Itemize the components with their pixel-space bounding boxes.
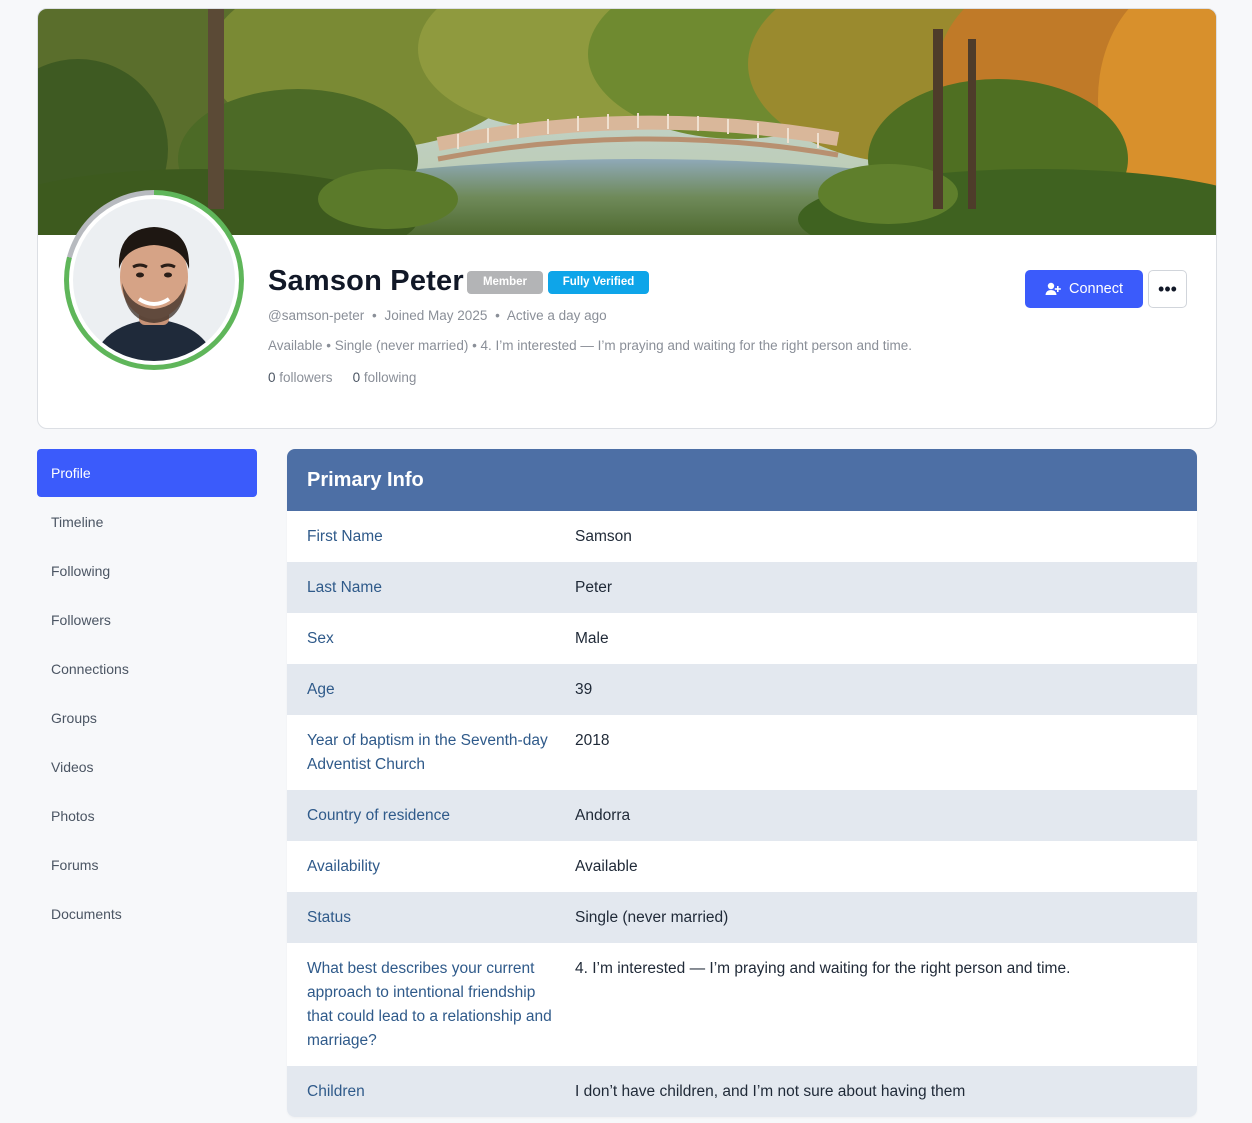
field-label: Children	[307, 1083, 365, 1100]
info-row-first-name: First Name Samson	[287, 511, 1197, 562]
last-active: Active a day ago	[506, 308, 607, 323]
field-label: Availability	[307, 858, 380, 875]
connect-label: Connect	[1068, 281, 1123, 297]
sidebar-item-profile[interactable]: Profile	[37, 449, 257, 497]
profile-handle: @samson-peter	[268, 308, 365, 323]
field-label: Last Name	[307, 579, 382, 596]
info-row-approach: What best describes your current approac…	[287, 943, 1197, 1066]
sidebar-item-forums[interactable]: Forums	[37, 840, 257, 889]
member-badge: Member	[467, 271, 543, 294]
avatar-ring	[64, 190, 244, 370]
field-label: First Name	[307, 528, 383, 545]
info-table: First Name Samson Last Name Peter Sex Ma…	[287, 511, 1197, 1117]
info-row-last-name: Last Name Peter	[287, 562, 1197, 613]
info-row-baptism-year: Year of baptism in the Seventh-day Adven…	[287, 715, 1197, 790]
field-value: Peter	[575, 579, 613, 596]
connect-button[interactable]: Connect	[1025, 270, 1143, 308]
sidebar-item-connections[interactable]: Connections	[37, 644, 257, 693]
more-options-button[interactable]: •••	[1148, 270, 1187, 308]
primary-info-panel: Primary Info First Name Samson Last Name…	[287, 449, 1197, 1117]
field-value: Available	[575, 858, 638, 875]
joined-date: Joined May 2025	[384, 308, 488, 323]
field-value: Andorra	[575, 807, 631, 824]
field-value: Samson	[575, 528, 632, 545]
field-label: Age	[307, 681, 335, 698]
followers-link[interactable]: 0 followers	[268, 370, 333, 385]
follow-stats: 0 followers 0 following	[268, 370, 416, 385]
ellipsis-icon: •••	[1158, 278, 1177, 299]
verified-badge: Fully Verified	[548, 271, 649, 294]
info-row-country: Country of residence Andorra	[287, 790, 1197, 841]
field-label: What best describes your current approac…	[307, 960, 552, 1049]
avatar[interactable]	[69, 195, 239, 365]
profile-name: Samson Peter	[268, 265, 464, 297]
info-row-status: Status Single (never married)	[287, 892, 1197, 943]
profile-sidebar-nav: Profile Timeline Following Followers Con…	[37, 449, 257, 938]
info-row-sex: Sex Male	[287, 613, 1197, 664]
profile-about: Available • Single (never married) • 4. …	[268, 338, 913, 353]
panel-title: Primary Info	[287, 449, 1197, 511]
field-label: Year of baptism in the Seventh-day Adven…	[307, 732, 548, 773]
field-value: Male	[575, 630, 609, 647]
sidebar-item-groups[interactable]: Groups	[37, 693, 257, 742]
profile-meta: @samson-peter • Joined May 2025 • Active…	[268, 308, 607, 323]
info-row-availability: Availability Available	[287, 841, 1197, 892]
field-value: 2018	[575, 732, 610, 749]
field-label: Country of residence	[307, 807, 451, 824]
cover-photo	[38, 9, 1216, 235]
field-label: Sex	[307, 630, 334, 647]
following-link[interactable]: 0 following	[353, 370, 417, 385]
field-value: 39	[575, 681, 593, 698]
field-value: 4. I’m interested — I’m praying and wait…	[575, 960, 1071, 977]
sidebar-item-videos[interactable]: Videos	[37, 742, 257, 791]
separator: •	[372, 308, 377, 323]
sidebar-item-documents[interactable]: Documents	[37, 889, 257, 938]
sidebar-item-photos[interactable]: Photos	[37, 791, 257, 840]
sidebar-item-followers[interactable]: Followers	[37, 595, 257, 644]
separator: •	[495, 308, 500, 323]
profile-header-card: Samson Peter Member Fully Verified @sams…	[37, 8, 1217, 429]
sidebar-item-following[interactable]: Following	[37, 546, 257, 595]
sidebar-item-timeline[interactable]: Timeline	[37, 497, 257, 546]
field-label: Status	[307, 909, 351, 926]
info-row-age: Age 39	[287, 664, 1197, 715]
field-value: I don’t have children, and I’m not sure …	[575, 1083, 966, 1100]
add-user-icon	[1045, 282, 1061, 295]
info-row-children: Children I don’t have children, and I’m …	[287, 1066, 1197, 1117]
field-value: Single (never married)	[575, 909, 729, 926]
